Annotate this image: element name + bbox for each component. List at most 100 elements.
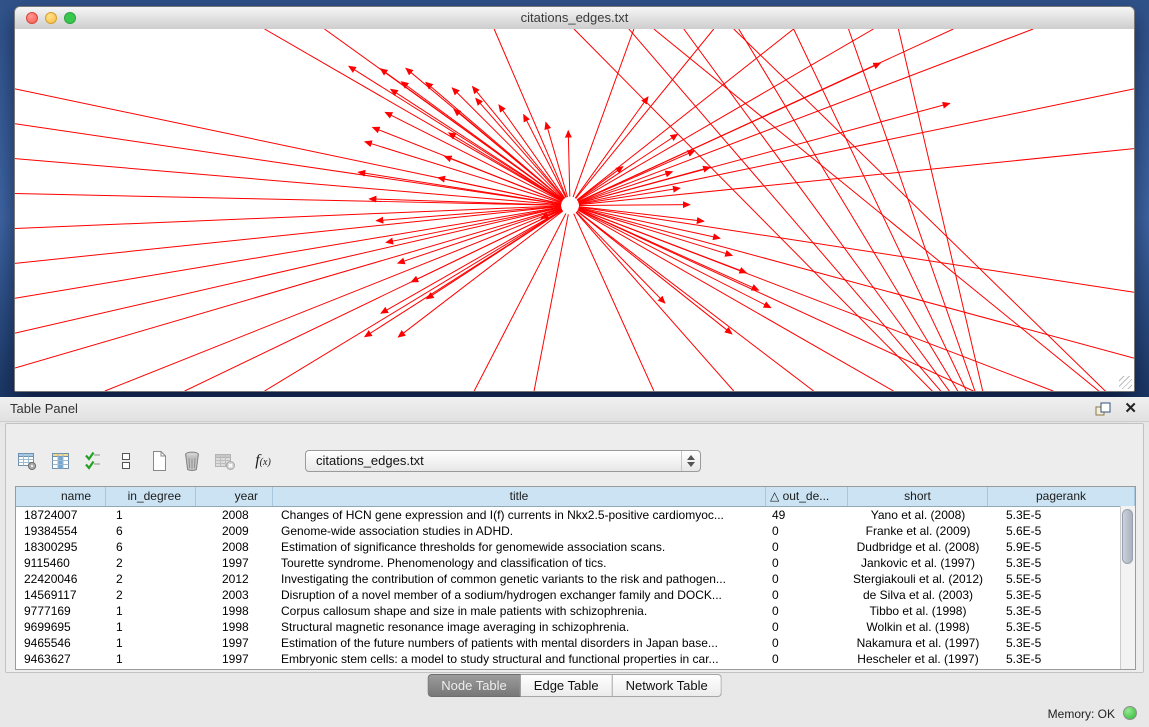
table-cell: 18724007 xyxy=(16,507,106,523)
table-cell: 14569117 xyxy=(16,587,106,603)
tab-edge-table[interactable]: Edge Table xyxy=(521,674,613,697)
graph-edge xyxy=(734,29,1134,391)
table-selector[interactable]: citations_edges.txt xyxy=(305,450,701,472)
table-panel-title: Table Panel xyxy=(10,397,78,421)
graph-edge xyxy=(452,88,563,199)
table-cell: 9465546 xyxy=(16,635,106,651)
graph-edge xyxy=(684,29,998,391)
column-header-title[interactable]: title xyxy=(273,487,766,506)
graph-edge xyxy=(574,29,998,391)
table-cell: Wolkin et al. (1998) xyxy=(848,619,988,635)
graph-edge xyxy=(579,208,1134,358)
table-cell: 5.3E-5 xyxy=(988,587,1135,603)
graph-edge xyxy=(579,207,1134,292)
graph-edge xyxy=(579,205,690,206)
table-cell: 6 xyxy=(106,539,196,555)
table-cell: 5.3E-5 xyxy=(988,603,1135,619)
column-header-in-degree[interactable]: in_degree xyxy=(106,487,196,506)
graph-edge xyxy=(794,29,999,391)
table-cell: 22420046 xyxy=(16,571,106,587)
table-cell: Nakamura et al. (1997) xyxy=(848,635,988,651)
table-row[interactable]: 1456911722003Disruption of a novel membe… xyxy=(16,587,1135,603)
network-graph[interactable] xyxy=(15,29,1134,391)
table-cell: 1 xyxy=(106,507,196,523)
vertical-scrollbar[interactable] xyxy=(1120,506,1135,669)
column-header-name[interactable]: name xyxy=(16,487,106,506)
table-cell: 1 xyxy=(106,619,196,635)
graph-edge xyxy=(185,209,562,391)
graph-edge xyxy=(15,159,561,205)
table-cell: 2008 xyxy=(196,539,273,555)
table-cell: 2003 xyxy=(196,587,273,603)
table-row[interactable]: 1872400712008Changes of HCN gene express… xyxy=(16,507,1135,523)
table-tabbar: Node TableEdge TableNetwork Table xyxy=(427,674,722,697)
function-icon: f(x) xyxy=(255,452,271,470)
table-row[interactable]: 946554611997Estimation of the future num… xyxy=(16,635,1135,651)
graph-edge xyxy=(386,207,561,242)
column-header-out-de[interactable]: △ out_de... xyxy=(766,487,848,506)
table-cell: Disruption of a novel member of a sodium… xyxy=(273,587,766,603)
float-panel-button[interactable] xyxy=(1095,402,1111,416)
table-cell: 2 xyxy=(106,555,196,571)
graph-edge xyxy=(576,212,734,391)
graph-edge xyxy=(476,98,564,198)
network-window-titlebar: citations_edges.txt xyxy=(15,7,1134,30)
graph-edge xyxy=(579,89,1134,204)
table-row[interactable]: 2242004622012Investigating the contribut… xyxy=(16,571,1135,587)
graph-edge xyxy=(265,29,563,201)
graph-edge xyxy=(739,29,999,391)
column-header-pagerank[interactable]: pagerank xyxy=(988,487,1135,506)
table-row[interactable]: 977716911998Corpus callosum shape and si… xyxy=(16,603,1135,619)
network-desktop: citations_edges.txt xyxy=(0,0,1149,397)
column-header-short[interactable]: short xyxy=(848,487,988,506)
table-row[interactable]: 946362711997Embryonic stem cells: a mode… xyxy=(16,651,1135,667)
function-builder-button[interactable]: f(x) xyxy=(246,450,280,472)
table-cell: Tourette syndrome. Phenomenology and cla… xyxy=(273,555,766,571)
table-cell: Structural magnetic resonance image aver… xyxy=(273,619,766,635)
table-row[interactable]: 911546021997Tourette syndrome. Phenomeno… xyxy=(16,555,1135,571)
scrollbar-thumb[interactable] xyxy=(1122,509,1133,564)
graph-edge xyxy=(579,149,1134,205)
table-cell: 5.5E-5 xyxy=(988,571,1135,587)
table-row[interactable]: 1830029562008Estimation of significance … xyxy=(16,539,1135,555)
table-options-button[interactable] xyxy=(15,450,39,472)
column-header-year[interactable]: year xyxy=(196,487,273,506)
table-cell: 5.3E-5 xyxy=(988,507,1135,523)
table-cell: 19384554 xyxy=(16,523,106,539)
table-cell: Hescheler et al. (1997) xyxy=(848,651,988,667)
graph-edge xyxy=(474,213,566,391)
tab-node-table[interactable]: Node Table xyxy=(427,674,521,697)
memory-status-indicator xyxy=(1123,706,1137,720)
table-cell: 1 xyxy=(106,635,196,651)
table-cell: 0 xyxy=(766,587,848,603)
attribute-table: namein_degreeyeartitle△ out_de...shortpa… xyxy=(15,486,1136,670)
show-columns-button[interactable] xyxy=(48,450,72,472)
graph-edge xyxy=(15,207,561,298)
network-canvas[interactable] xyxy=(15,29,1134,391)
delete-column-button[interactable] xyxy=(213,450,237,472)
tab-network-table[interactable]: Network Table xyxy=(613,674,722,697)
row-height-button[interactable] xyxy=(114,450,138,472)
disabled-table-delete-icon xyxy=(214,451,236,471)
close-panel-button[interactable]: ✕ xyxy=(1124,399,1137,419)
rows-icon xyxy=(119,451,133,471)
table-cell: 0 xyxy=(766,619,848,635)
graph-edge xyxy=(629,29,998,391)
table-cell: 0 xyxy=(766,555,848,571)
table-cell: Genome-wide association studies in ADHD. xyxy=(273,523,766,539)
resize-grip-icon[interactable] xyxy=(1119,376,1132,389)
table-row[interactable]: 1938455462009Genome-wide association stu… xyxy=(16,523,1135,539)
delete-table-button[interactable] xyxy=(180,450,204,472)
table-row[interactable]: 969969511998Structural magnetic resonanc… xyxy=(16,619,1135,635)
table-cell: 2008 xyxy=(196,507,273,523)
graph-edge xyxy=(568,131,570,197)
table-cell: Changes of HCN gene expression and I(f) … xyxy=(273,507,766,523)
table-cell: 5.6E-5 xyxy=(988,523,1135,539)
table-selector-value: citations_edges.txt xyxy=(316,451,424,471)
table-cell: 9699695 xyxy=(16,619,106,635)
create-table-button[interactable] xyxy=(147,450,171,472)
select-columns-button[interactable] xyxy=(81,450,105,472)
graph-edge xyxy=(15,206,561,263)
table-cell: 5.3E-5 xyxy=(988,651,1135,667)
application-window: citations_edges.txt xyxy=(0,0,1149,727)
